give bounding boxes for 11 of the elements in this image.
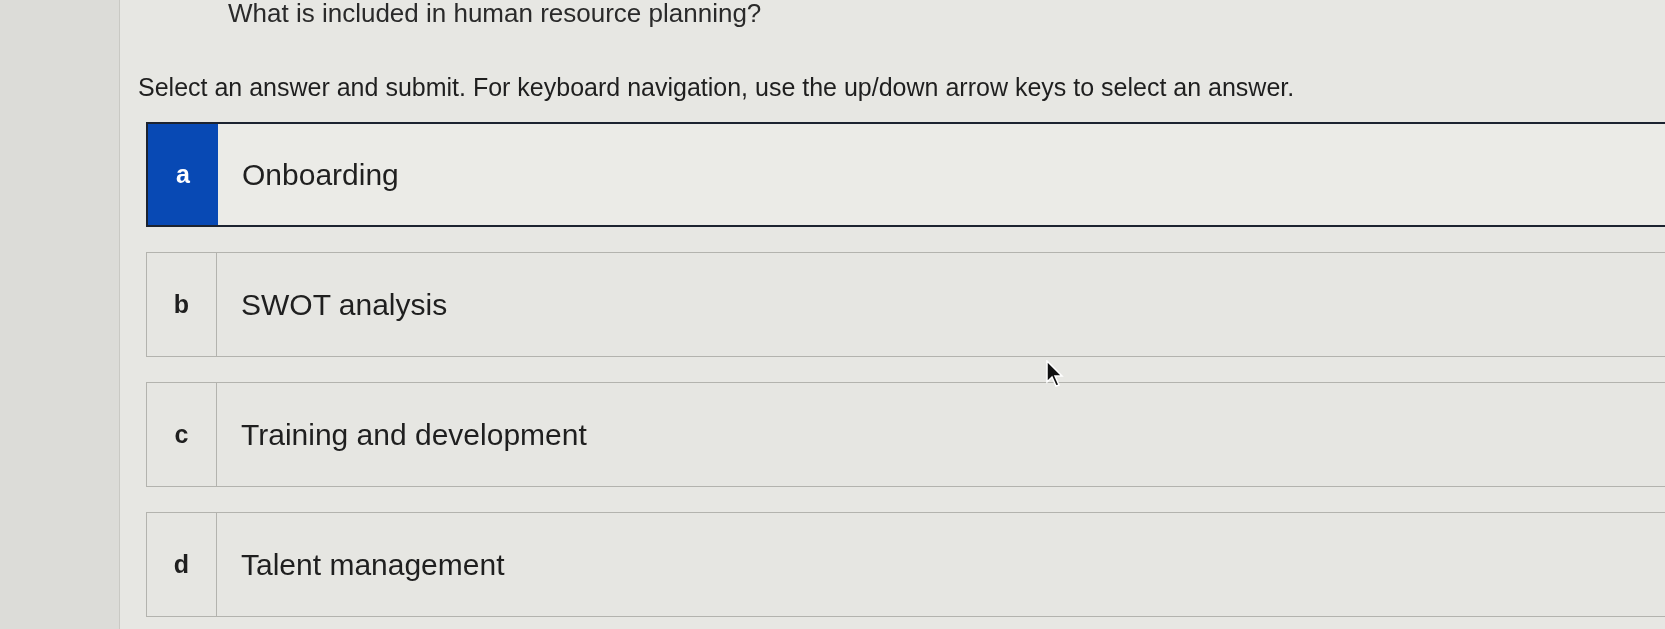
option-letter: a bbox=[148, 124, 218, 225]
answer-option[interactable]: d Talent management bbox=[146, 512, 1665, 617]
mouse-cursor-icon bbox=[1046, 360, 1065, 388]
option-letter: b bbox=[147, 253, 217, 356]
option-letter: c bbox=[147, 383, 217, 486]
answer-option[interactable]: b SWOT analysis bbox=[146, 252, 1665, 357]
instructions-text: Select an answer and submit. For keyboard navigation, use the up/down arrow keys to select an answer. bbox=[138, 72, 1296, 102]
answer-option[interactable]: a Onboarding bbox=[146, 122, 1665, 227]
option-letter: d bbox=[147, 513, 217, 616]
question-text: What is included in human resource planning? bbox=[228, 0, 763, 26]
answer-option[interactable]: c Training and development bbox=[146, 382, 1665, 487]
